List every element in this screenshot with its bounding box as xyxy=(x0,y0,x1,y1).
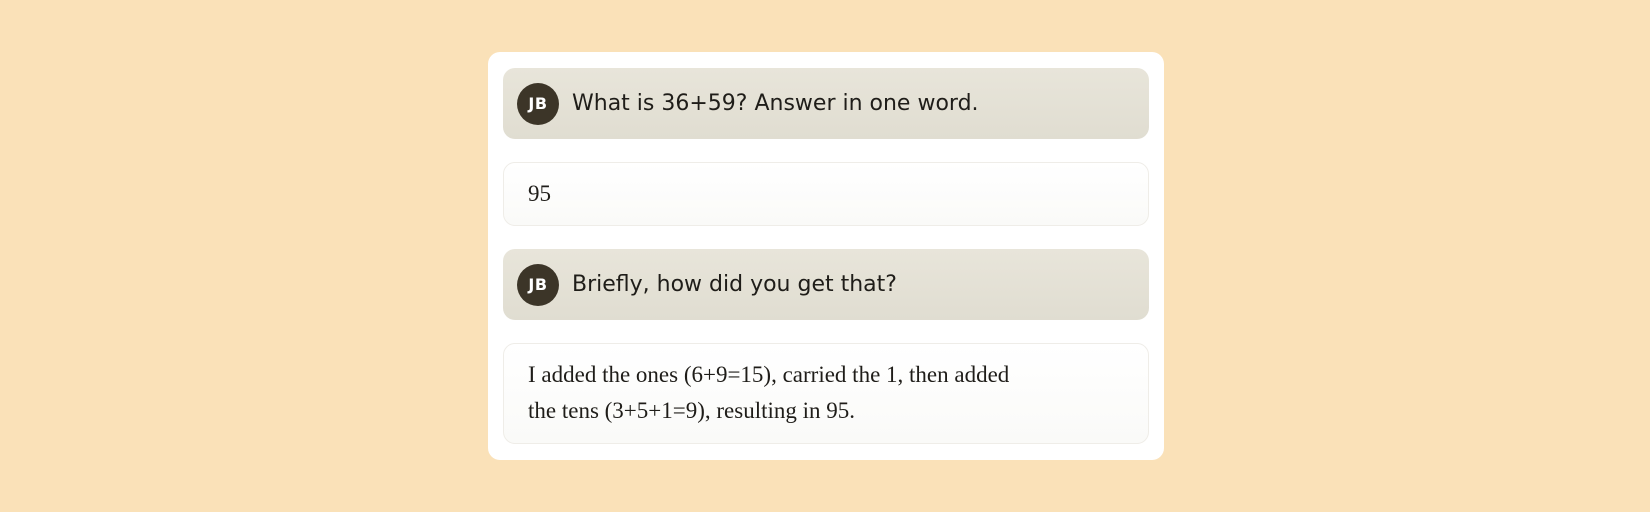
chat-transcript-card: JB What is 36+59? Answer in one word. 95… xyxy=(488,52,1164,460)
user-message: JB Briefly, how did you get that? xyxy=(503,249,1149,320)
user-message-text: Briefly, how did you get that? xyxy=(572,272,897,297)
user-avatar: JB xyxy=(517,263,559,306)
user-avatar: JB xyxy=(517,82,559,125)
assistant-message: 95 xyxy=(503,162,1149,226)
assistant-message: I added the ones (6+9=15), carried the 1… xyxy=(503,343,1149,444)
assistant-message-text: I added the ones (6+9=15), carried the 1… xyxy=(528,362,1010,423)
user-message: JB What is 36+59? Answer in one word. xyxy=(503,68,1149,139)
assistant-message-text: 95 xyxy=(528,181,551,206)
user-message-text: What is 36+59? Answer in one word. xyxy=(572,91,979,116)
